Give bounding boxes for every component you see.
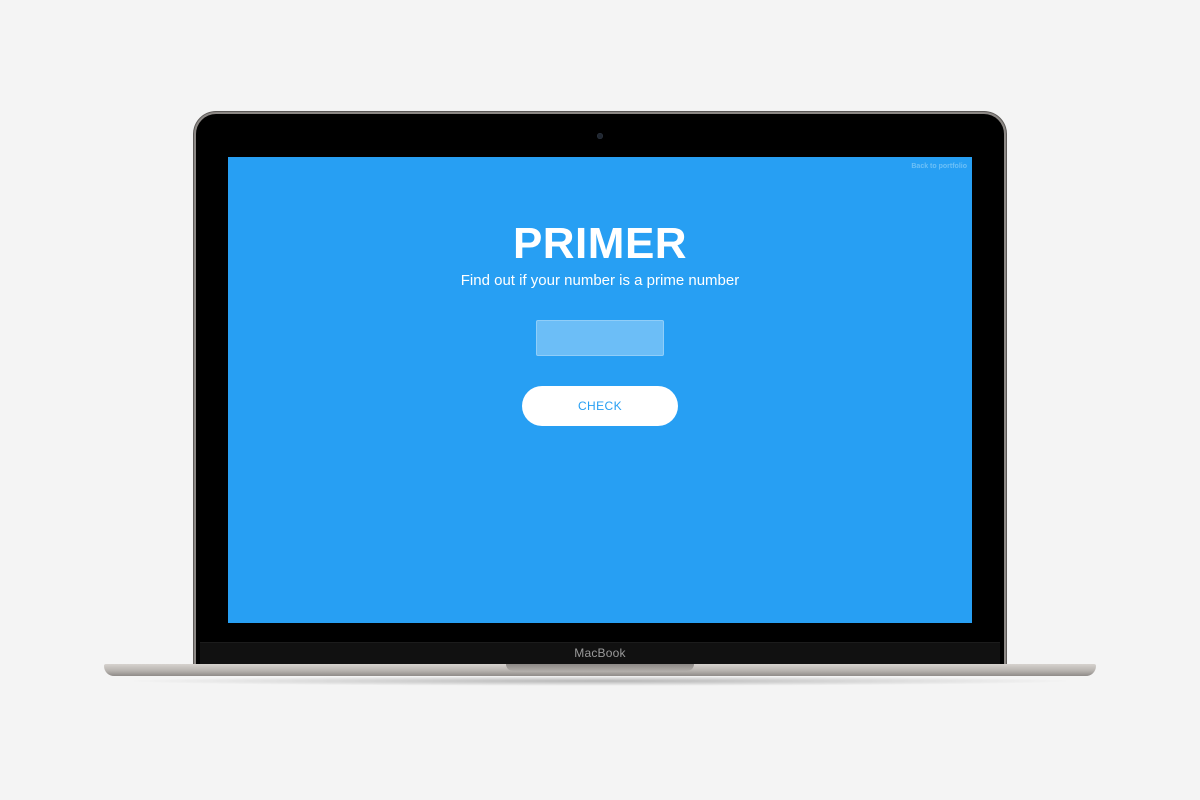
camera-icon — [597, 133, 603, 139]
laptop-base-notch — [506, 664, 694, 671]
page-subtitle: Find out if your number is a prime numbe… — [460, 272, 740, 289]
laptop-screen: Back to portfolio PRIMER Find out if you… — [228, 157, 972, 623]
device-mockup: Back to portfolio PRIMER Find out if you… — [0, 0, 1200, 800]
device-brand-label: MacBook — [574, 646, 626, 660]
check-button[interactable]: CHECK — [522, 386, 678, 426]
number-input[interactable] — [536, 320, 664, 356]
back-to-portfolio-link[interactable]: Back to portfolio — [911, 163, 967, 170]
page-title: PRIMER — [512, 219, 688, 268]
laptop-shadow — [120, 676, 1080, 686]
